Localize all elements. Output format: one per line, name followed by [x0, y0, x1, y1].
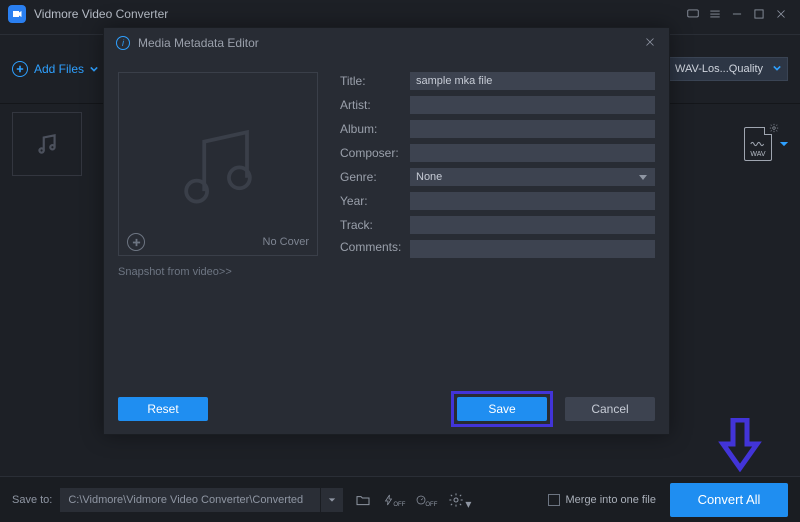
cover-art-box: No Cover	[118, 72, 318, 256]
comments-input[interactable]	[410, 240, 655, 258]
add-cover-button[interactable]	[127, 233, 145, 251]
no-cover-label: No Cover	[263, 236, 309, 248]
album-label: Album:	[340, 122, 410, 136]
metadata-form: Title: Artist: Album: Composer: Genre: N…	[340, 72, 655, 384]
format-badge: WAV	[750, 151, 765, 158]
dialog-close-button[interactable]	[643, 35, 657, 52]
reset-button[interactable]: Reset	[118, 397, 208, 421]
title-label: Title:	[340, 74, 410, 88]
chevron-down-icon	[773, 63, 781, 75]
dialog-header: i Media Metadata Editor	[104, 28, 669, 58]
merge-label: Merge into one file	[566, 494, 657, 506]
track-label: Track:	[340, 218, 410, 232]
year-input[interactable]	[410, 192, 655, 210]
output-format-icon[interactable]: WAV	[744, 127, 772, 161]
settings-button[interactable]: ▾	[447, 488, 471, 512]
chevron-down-icon[interactable]	[780, 137, 788, 151]
save-to-label: Save to:	[12, 494, 52, 506]
save-highlight: Save	[451, 391, 553, 427]
genre-dropdown[interactable]: None	[410, 168, 655, 186]
album-input[interactable]	[410, 120, 655, 138]
save-button[interactable]: Save	[457, 397, 547, 421]
output-format-dropdown[interactable]: WAV-Los...Quality	[668, 57, 788, 81]
maximize-icon[interactable]	[748, 3, 770, 25]
checkbox-icon	[548, 494, 560, 506]
dialog-title: Media Metadata Editor	[138, 36, 259, 50]
metadata-editor-dialog: i Media Metadata Editor No Cover Snapsho…	[103, 27, 670, 435]
composer-input[interactable]	[410, 144, 655, 162]
music-note-icon	[171, 117, 266, 212]
snapshot-link[interactable]: Snapshot from video>>	[118, 266, 318, 278]
feedback-icon[interactable]	[682, 3, 704, 25]
merge-checkbox[interactable]: Merge into one file	[548, 494, 657, 506]
gear-icon	[769, 122, 779, 132]
title-bar: Vidmore Video Converter	[0, 0, 800, 28]
hardware-accel-button[interactable]: OFF	[383, 488, 407, 512]
chevron-down-icon	[90, 62, 98, 76]
app-title: Vidmore Video Converter	[34, 7, 168, 21]
dialog-footer: Reset Save Cancel	[104, 384, 669, 434]
plus-icon	[12, 61, 28, 77]
artist-input[interactable]	[410, 96, 655, 114]
artist-label: Artist:	[340, 98, 410, 112]
convert-all-button[interactable]: Convert All	[670, 483, 788, 517]
annotation-arrow	[718, 418, 762, 475]
genre-label: Genre:	[340, 170, 410, 184]
output-format-label: WAV-Los...Quality	[675, 63, 763, 75]
comments-label: Comments:	[340, 240, 410, 254]
bottom-bar: Save to: C:\Vidmore\Vidmore Video Conver…	[0, 476, 800, 522]
year-label: Year:	[340, 194, 410, 208]
open-folder-button[interactable]	[351, 488, 375, 512]
info-icon: i	[116, 36, 130, 50]
music-note-icon	[34, 131, 60, 157]
minimize-icon[interactable]	[726, 3, 748, 25]
composer-label: Composer:	[340, 146, 410, 160]
close-icon[interactable]	[770, 3, 792, 25]
wave-icon	[750, 137, 766, 151]
add-files-label: Add Files	[34, 62, 84, 76]
cancel-button[interactable]: Cancel	[565, 397, 655, 421]
app-logo	[8, 5, 26, 23]
file-thumbnail[interactable]	[12, 112, 82, 176]
title-input[interactable]	[410, 72, 655, 90]
track-input[interactable]	[410, 216, 655, 234]
add-files-button[interactable]: Add Files	[12, 61, 98, 77]
high-speed-button[interactable]: OFF	[415, 488, 439, 512]
output-path-dropdown[interactable]	[321, 488, 343, 512]
output-path-field[interactable]: C:\Vidmore\Vidmore Video Converter\Conve…	[60, 488, 320, 512]
menu-icon[interactable]	[704, 3, 726, 25]
